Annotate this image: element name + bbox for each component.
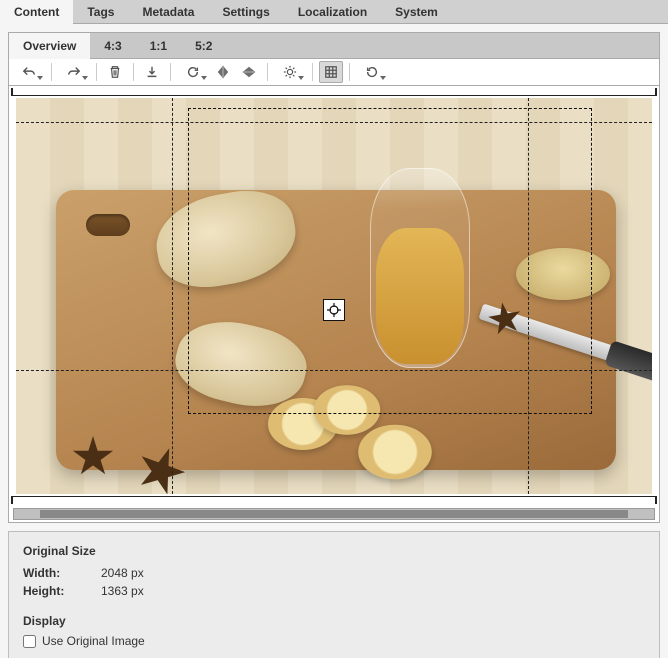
tab-metadata[interactable]: Metadata [128,0,208,24]
tab-tags[interactable]: Tags [73,0,128,24]
flip-vertical-button[interactable] [237,61,261,83]
subtab-5-2[interactable]: 5:2 [181,33,226,59]
height-label: Height: [23,582,101,600]
ruler-bottom [11,496,657,504]
main-tabs: Content Tags Metadata Settings Localizat… [0,0,668,24]
horizontal-scrollbar[interactable] [13,508,655,520]
ruler-top [11,88,657,96]
height-value: 1363 px [101,582,144,600]
flip-horizontal-button[interactable] [211,61,235,83]
tab-settings[interactable]: Settings [208,0,283,24]
refresh-button[interactable] [177,61,209,83]
brightness-button[interactable] [274,61,306,83]
use-original-checkbox[interactable] [23,635,36,648]
info-panel: Original Size Width: 2048 px Height: 136… [8,531,660,658]
redo-button[interactable] [58,61,90,83]
rotate-icon [365,65,379,79]
tab-system[interactable]: System [381,0,452,24]
subtab-1-1[interactable]: 1:1 [136,33,181,59]
subtab-4-3[interactable]: 4:3 [90,33,135,59]
width-value: 2048 px [101,564,144,582]
aspect-tabs: Overview 4:3 1:1 5:2 [8,32,660,58]
tab-localization[interactable]: Localization [284,0,381,24]
display-heading: Display [23,614,645,628]
image-canvas[interactable] [16,98,652,494]
rotate-button[interactable] [356,61,388,83]
refresh-icon [186,65,200,79]
tab-content[interactable]: Content [0,0,73,24]
undo-button[interactable] [13,61,45,83]
download-icon [145,65,159,79]
delete-button[interactable] [103,61,127,83]
use-original-label: Use Original Image [42,634,145,648]
image-toolbar [8,58,660,86]
brightness-icon [283,65,297,79]
undo-icon [22,65,36,79]
image-stage [8,86,660,523]
use-original-checkbox-row[interactable]: Use Original Image [23,634,645,648]
flip-vertical-icon [242,65,256,79]
subtab-overview[interactable]: Overview [9,33,90,59]
grid-toggle-button[interactable] [319,61,343,83]
original-size-heading: Original Size [23,544,645,558]
photo-preview [16,98,652,494]
download-button[interactable] [140,61,164,83]
redo-icon [67,65,81,79]
grid-icon [324,65,338,79]
trash-icon [108,65,122,79]
width-label: Width: [23,564,101,582]
flip-horizontal-icon [216,65,230,79]
